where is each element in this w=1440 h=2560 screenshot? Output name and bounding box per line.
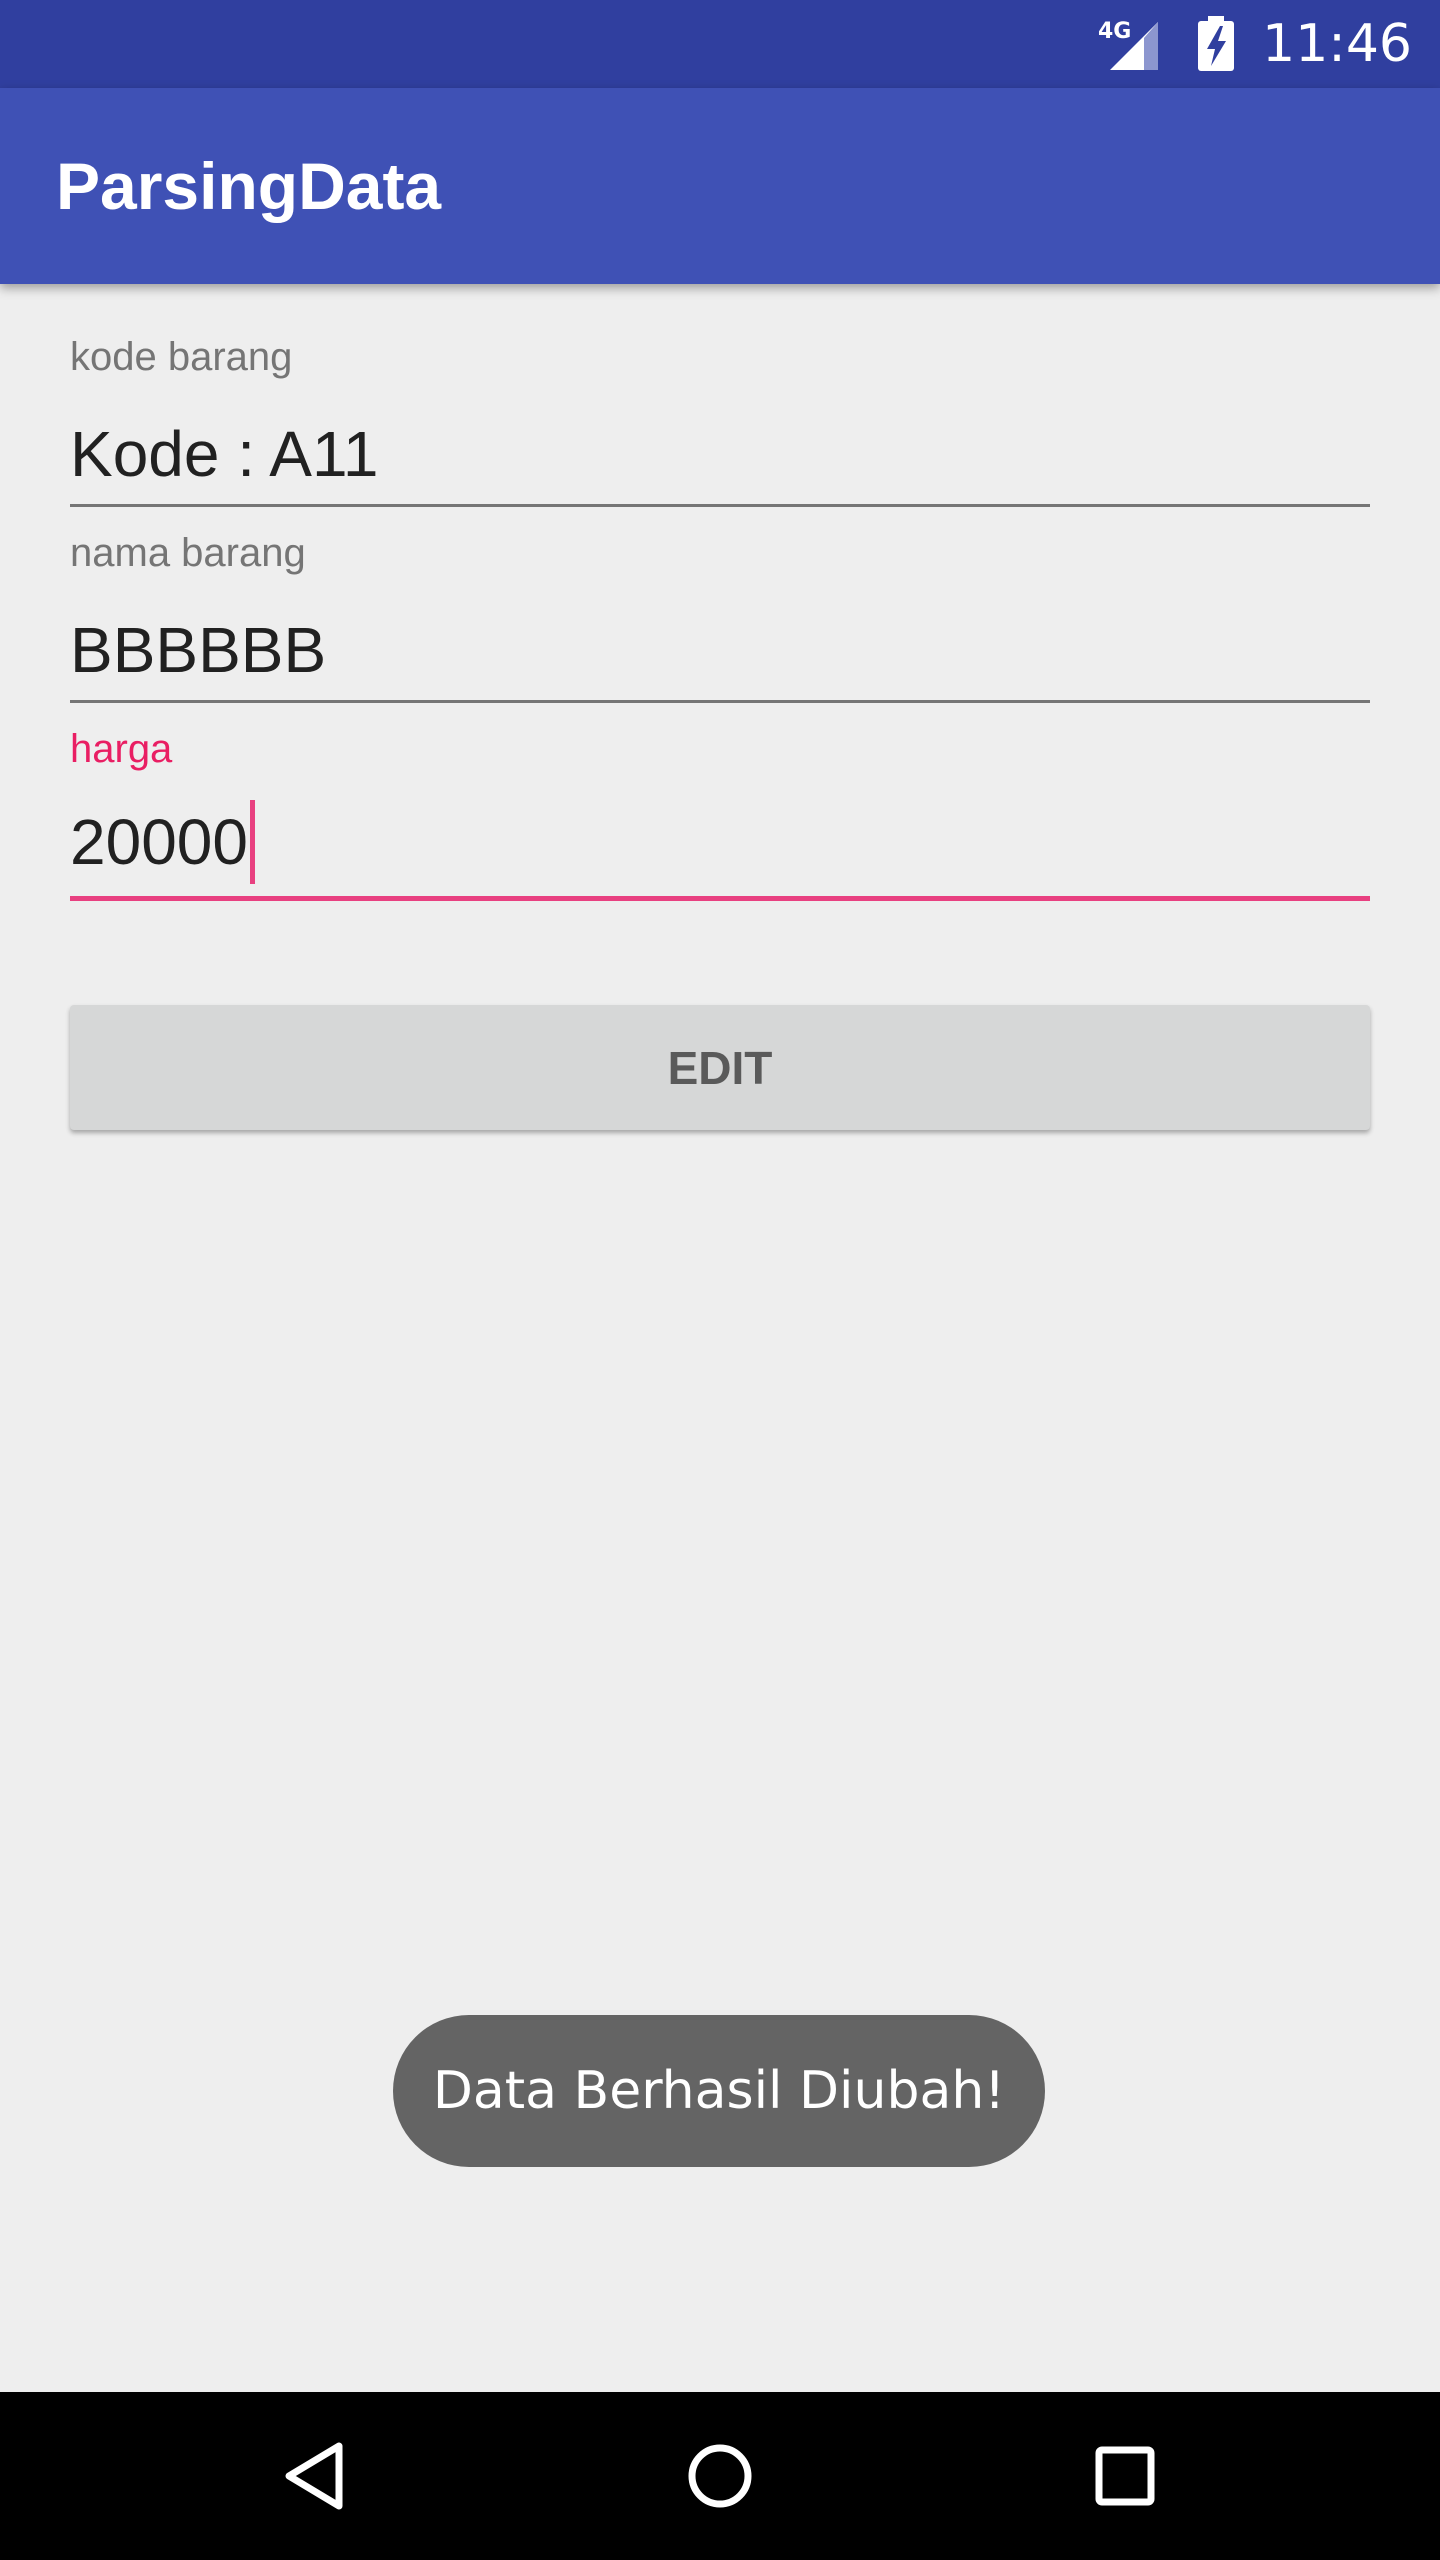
nama-barang-input[interactable]: BBBBBB (70, 613, 326, 687)
recents-button[interactable] (1075, 2426, 1175, 2526)
status-bar: 4G 11:46 (0, 0, 1440, 88)
nama-barang-underline (70, 700, 1370, 703)
edit-button[interactable]: EDIT (70, 1005, 1370, 1130)
harga-value: 20000 (70, 806, 248, 878)
nama-barang-label: nama barang (70, 531, 306, 575)
navigation-bar (0, 2392, 1440, 2560)
text-cursor (249, 800, 255, 884)
app-title: ParsingData (56, 149, 442, 223)
back-icon (285, 2442, 343, 2510)
recents-icon (1095, 2446, 1155, 2506)
battery-charging-icon (1198, 16, 1235, 71)
status-icons: 4G 11:46 (1098, 0, 1412, 88)
nama-barang-field[interactable]: nama barang BBBBBB (70, 531, 1370, 706)
back-button[interactable] (265, 2426, 365, 2526)
harga-input[interactable]: 20000 (70, 800, 255, 884)
harga-label: harga (70, 727, 173, 771)
kode-barang-input[interactable]: Kode : A11 (70, 417, 378, 491)
harga-field[interactable]: harga 20000 (70, 727, 1370, 907)
status-time: 11:46 (1262, 14, 1412, 74)
harga-underline (70, 896, 1370, 901)
kode-barang-field[interactable]: kode barang Kode : A11 (70, 335, 1370, 510)
toast-message: Data Berhasil Diubah! (393, 2015, 1045, 2167)
kode-barang-underline (70, 504, 1370, 507)
kode-barang-label: kode barang (70, 335, 293, 379)
home-button[interactable] (670, 2426, 770, 2526)
network-type-label: 4G (1098, 19, 1131, 44)
app-bar: ParsingData (0, 88, 1440, 284)
signal-icon: 4G (1098, 19, 1159, 70)
home-icon (688, 2444, 752, 2508)
